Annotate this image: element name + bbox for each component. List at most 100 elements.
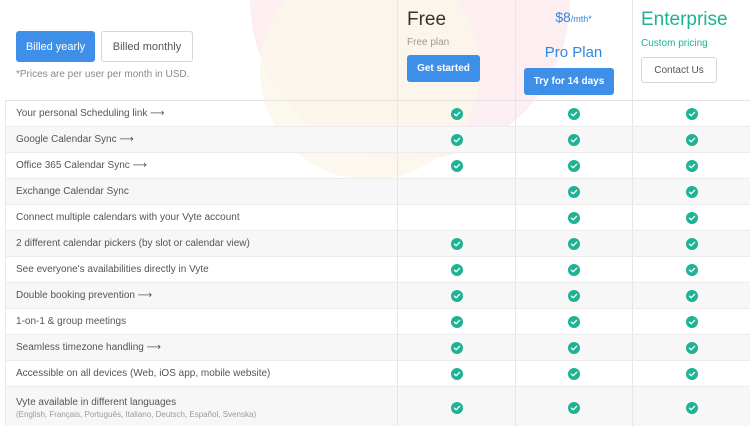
billed-monthly-button[interactable]: Billed monthly [101,31,193,62]
try-14-days-button[interactable]: Try for 14 days [524,68,614,95]
feature-label: Seamless timezone handling ⟶ [16,342,161,353]
feature-cell: Double booking prevention ⟶ [6,283,397,308]
check-circle-icon [568,133,581,146]
feature-free-cell [397,335,515,360]
check-circle-icon [568,185,581,198]
check-circle-icon [450,263,463,276]
feature-pro-cell [515,309,632,334]
feature-pro-cell [515,387,632,426]
feature-enterprise-cell [632,387,750,426]
billing-toggle: Billed yearly Billed monthly [16,31,193,62]
plan-pro-price: $8/mth* [515,9,632,25]
plan-pro-price-amount: $8 [555,9,571,25]
check-circle-icon [568,159,581,172]
check-circle-icon [450,237,463,250]
check-circle-icon [450,367,463,380]
feature-cell: Connect multiple calendars with your Vyt… [6,205,397,230]
feature-enterprise-cell [632,257,750,282]
check-circle-icon [568,107,581,120]
table-row: Exchange Calendar Sync [6,179,750,205]
plan-enterprise-subtitle: Custom pricing [641,38,708,49]
feature-free-cell [397,283,515,308]
feature-pro-cell [515,127,632,152]
feature-label: Connect multiple calendars with your Vyt… [16,212,240,223]
feature-enterprise-cell [632,205,750,230]
feature-pro-cell [515,179,632,204]
feature-label: Accessible on all devices (Web, iOS app,… [16,368,271,379]
feature-enterprise-cell [632,335,750,360]
feature-label: See everyone's availabilities directly i… [16,264,209,275]
feature-sublabel: (English, Français, Português, Italiano,… [16,409,257,419]
feature-enterprise-cell [632,127,750,152]
feature-label: Office 365 Calendar Sync ⟶ [16,160,147,171]
table-row: 1-on-1 & group meetings [6,309,750,335]
feature-pro-cell [515,231,632,256]
table-row: 2 different calendar pickers (by slot or… [6,231,750,257]
feature-enterprise-cell [632,179,750,204]
feature-label: Exchange Calendar Sync [16,186,129,197]
feature-enterprise-cell [632,283,750,308]
feature-label: Google Calendar Sync ⟶ [16,134,134,145]
check-circle-icon [568,315,581,328]
feature-cell: See everyone's availabilities directly i… [6,257,397,282]
check-circle-icon [450,133,463,146]
pricing-page: Billed yearly Billed monthly *Prices are… [0,0,750,426]
plan-pro-price-period: /mth* [570,14,592,24]
check-circle-icon [685,185,698,198]
check-circle-icon [685,263,698,276]
check-circle-icon [450,341,463,354]
plan-free-subtitle: Free plan [407,37,450,48]
feature-pro-cell [515,257,632,282]
feature-label: Your personal Scheduling link ⟶ [16,108,165,119]
plan-pro: $8/mth* Pro Plan Try for 14 days [515,0,632,100]
feature-cell: Office 365 Calendar Sync ⟶ [6,153,397,178]
check-circle-icon [450,401,463,414]
feature-label: 1-on-1 & group meetings [16,316,127,327]
check-circle-icon [685,341,698,354]
plan-free: Free Free plan Get started [397,0,515,100]
plan-pro-title: Pro Plan [544,44,603,61]
check-circle-icon [685,211,698,224]
get-started-button[interactable]: Get started [407,55,480,82]
table-row: Office 365 Calendar Sync ⟶ [6,153,750,179]
check-circle-icon [685,159,698,172]
feature-free-cell [397,205,515,230]
feature-cell: Vyte available in different languages (En… [6,387,397,426]
check-circle-icon [685,133,698,146]
feature-table: Your personal Scheduling link ⟶ Google Ca… [5,100,750,426]
pricing-header: Billed yearly Billed monthly *Prices are… [0,0,750,100]
feature-cell: Seamless timezone handling ⟶ [6,335,397,360]
feature-pro-cell [515,101,632,126]
check-circle-icon [568,263,581,276]
check-circle-icon [685,237,698,250]
feature-enterprise-cell [632,361,750,386]
feature-free-cell [397,361,515,386]
feature-label: Vyte available in different languages [16,396,177,408]
feature-enterprise-cell [632,153,750,178]
feature-free-cell [397,179,515,204]
plan-free-title: Free [407,9,447,30]
feature-free-cell [397,257,515,282]
feature-pro-cell [515,205,632,230]
table-row: Accessible on all devices (Web, iOS app,… [6,361,750,387]
check-circle-icon [568,289,581,302]
feature-label: 2 different calendar pickers (by slot or… [16,238,250,249]
feature-cell: Exchange Calendar Sync [6,179,397,204]
contact-us-button[interactable]: Contact Us [641,57,717,83]
feature-pro-cell [515,283,632,308]
feature-cell: 2 different calendar pickers (by slot or… [6,231,397,256]
table-row: Double booking prevention ⟶ [6,283,750,309]
billed-yearly-button[interactable]: Billed yearly [16,31,95,62]
plan-enterprise-title: Enterprise [641,9,728,30]
check-circle-icon [568,401,581,414]
feature-enterprise-cell [632,231,750,256]
table-row: Vyte available in different languages (En… [6,387,750,426]
feature-enterprise-cell [632,309,750,334]
table-row: Seamless timezone handling ⟶ [6,335,750,361]
price-note: *Prices are per user per month in USD. [16,69,190,80]
feature-label: Double booking prevention ⟶ [16,290,153,301]
feature-free-cell [397,309,515,334]
check-circle-icon [685,107,698,120]
feature-free-cell [397,387,515,426]
feature-free-cell [397,101,515,126]
